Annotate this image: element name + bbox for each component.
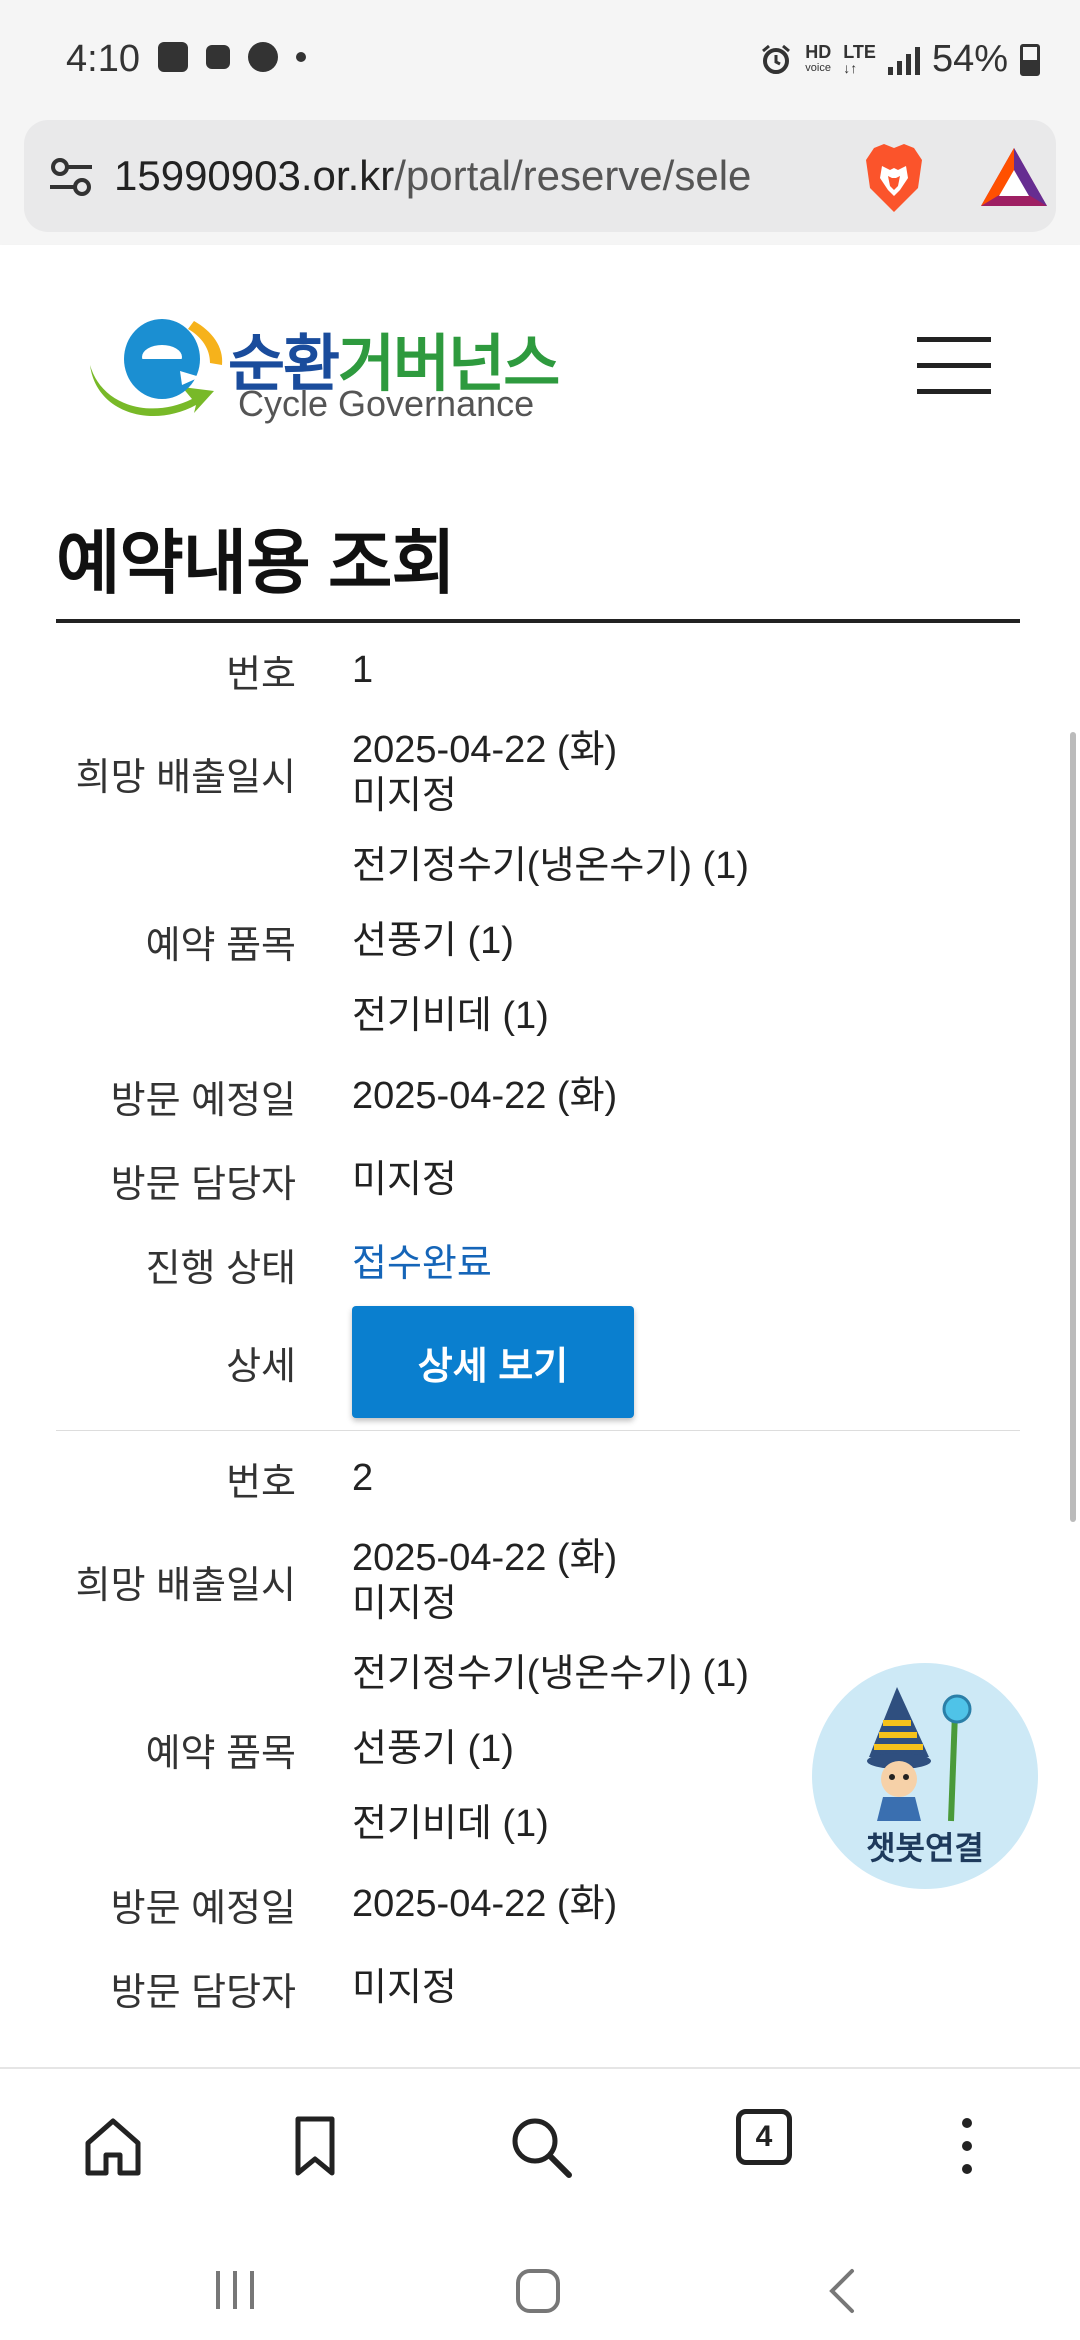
brave-shields-icon[interactable]	[862, 142, 926, 214]
hd-text: HD	[805, 41, 832, 62]
item: 선풍기 (1)	[352, 1728, 514, 1770]
item: 전기비데 (1)	[352, 995, 549, 1037]
reservation-record: 번호 1 희망 배출일시 2025-04-22 (화) 미지정 예약 품목 전기…	[56, 623, 1020, 1431]
site-settings-icon[interactable]	[48, 154, 94, 200]
number-value: 2	[352, 1457, 374, 1499]
page-scrollbar[interactable]	[1070, 732, 1076, 1522]
logo-e-icon	[90, 319, 223, 417]
items-list: 전기정수기(냉온수기) (1) 선풍기 (1) 전기비데 (1)	[352, 1637, 749, 1862]
desired-time: 미지정	[352, 775, 457, 817]
record-number-row: 번호 1	[56, 623, 1020, 717]
status-time: 4:10	[66, 38, 140, 80]
visit-staff-value: 미지정	[352, 1967, 457, 2009]
search-icon[interactable]	[505, 2111, 575, 2181]
desired-date-label: 희망 배출일시	[75, 1564, 296, 1607]
browser-toolbar: 15990903.or.kr/portal/reserve/sele	[0, 120, 1080, 245]
menu-icon[interactable]	[917, 337, 991, 394]
address-bar[interactable]: 15990903.or.kr/portal/reserve/sele	[24, 120, 1056, 232]
more-options-icon[interactable]	[932, 2111, 1002, 2181]
recent-apps-icon[interactable]	[212, 2267, 258, 2313]
record-number-row: 번호 2	[56, 1431, 1020, 1525]
signal-icon	[887, 45, 920, 75]
home-nav-icon[interactable]	[514, 2267, 562, 2315]
visit-date-row: 방문 예정일 2025-04-22 (화)	[56, 1054, 1020, 1138]
gallery-icon	[158, 42, 188, 72]
lte-text: LTE	[843, 41, 876, 62]
url-path: /portal/reserve/sele	[394, 152, 752, 199]
back-icon[interactable]	[822, 2267, 862, 2315]
status-row: 진행 상태 접수완료	[56, 1222, 1020, 1306]
visit-date-value: 2025-04-22 (화)	[352, 1075, 618, 1117]
number-label: 번호	[226, 1461, 296, 1504]
visit-date-value: 2025-04-22 (화)	[352, 1883, 618, 1925]
bat-rewards-icon[interactable]	[979, 146, 1049, 208]
desired-date-label: 희망 배출일시	[75, 756, 296, 799]
home-icon[interactable]	[78, 2111, 148, 2181]
notification-app-icon	[206, 45, 230, 69]
detail-row: 상세 상세 보기	[56, 1306, 1020, 1418]
item: 전기정수기(냉온수기) (1)	[352, 1653, 749, 1695]
items-row: 예약 품목 전기정수기(냉온수기) (1) 선풍기 (1) 전기비데 (1)	[56, 829, 1020, 1054]
system-nav-bar	[0, 2227, 1080, 2340]
desired-date: 2025-04-22 (화)	[352, 1537, 618, 1579]
status-label: 진행 상태	[145, 1247, 296, 1290]
number-label: 번호	[226, 653, 296, 696]
visit-date-label: 방문 예정일	[110, 1079, 296, 1122]
url-domain: 15990903.or.kr	[114, 152, 395, 199]
visit-date-label: 방문 예정일	[110, 1887, 296, 1930]
desired-date-value: 2025-04-22 (화) 미지정	[352, 727, 617, 819]
item: 전기정수기(냉온수기) (1)	[352, 845, 749, 887]
detail-label: 상세	[226, 1345, 296, 1388]
view-detail-button[interactable]: 상세 보기	[352, 1306, 634, 1418]
lte-icon: LTE ↓↑	[843, 41, 876, 76]
desired-date-row: 희망 배출일시 2025-04-22 (화) 미지정	[56, 1525, 1020, 1637]
item: 선풍기 (1)	[352, 920, 514, 962]
battery-percent: 54%	[931, 38, 1008, 80]
page-title: 예약내용 조회	[56, 524, 456, 602]
desired-date: 2025-04-22 (화)	[352, 729, 618, 771]
visit-staff-value: 미지정	[352, 1159, 457, 1201]
logo-english-text: Cycle Governance	[238, 383, 535, 424]
tabs-button[interactable]: 4	[736, 2109, 792, 2165]
visit-staff-label: 방문 담당자	[110, 1971, 296, 2014]
more-notifications-icon	[296, 52, 306, 62]
items-label: 예약 품목	[145, 1733, 296, 1775]
desired-date-row: 희망 배출일시 2025-04-22 (화) 미지정	[56, 717, 1020, 829]
site-header: 순환거버넌스 Cycle Governance	[0, 245, 1080, 477]
status-bar: 4:10 HD voice LTE ↓↑ 54%	[0, 0, 1080, 120]
status-value: 접수완료	[352, 1243, 492, 1285]
visit-staff-row: 방문 담당자 미지정	[56, 1138, 1020, 1222]
visit-staff-row: 방문 담당자 미지정	[56, 1946, 1020, 2030]
chat-icon	[248, 42, 278, 72]
alarm-icon	[762, 44, 791, 74]
battery-icon	[1020, 43, 1040, 76]
wizard-mascot-icon	[867, 1687, 972, 1822]
desired-time: 미지정	[352, 1583, 457, 1625]
chatbot-button[interactable]: 챗봇연결	[812, 1663, 1038, 1889]
notification-icons	[158, 42, 306, 72]
items-list: 전기정수기(냉온수기) (1) 선풍기 (1) 전기비데 (1)	[352, 829, 749, 1054]
hd-voice-icon: HD voice	[805, 41, 832, 76]
cycle-governance-logo[interactable]: 순환거버넌스 Cycle Governance	[82, 307, 562, 427]
bookmark-icon[interactable]	[280, 2111, 350, 2181]
url-text[interactable]: 15990903.or.kr/portal/reserve/sele	[114, 152, 826, 200]
items-label: 예약 품목	[145, 925, 296, 967]
chatbot-label: 챗봇연결	[866, 1830, 984, 1866]
browser-bottom-bar: 4	[0, 2067, 1080, 2227]
visit-staff-label: 방문 담당자	[110, 1163, 296, 1206]
voice-text: voice	[805, 61, 831, 74]
item: 전기비데 (1)	[352, 1803, 549, 1845]
desired-date-value: 2025-04-22 (화) 미지정	[352, 1535, 617, 1627]
status-right: HD voice LTE ↓↑ 54%	[759, 38, 1040, 81]
number-value: 1	[352, 649, 374, 691]
